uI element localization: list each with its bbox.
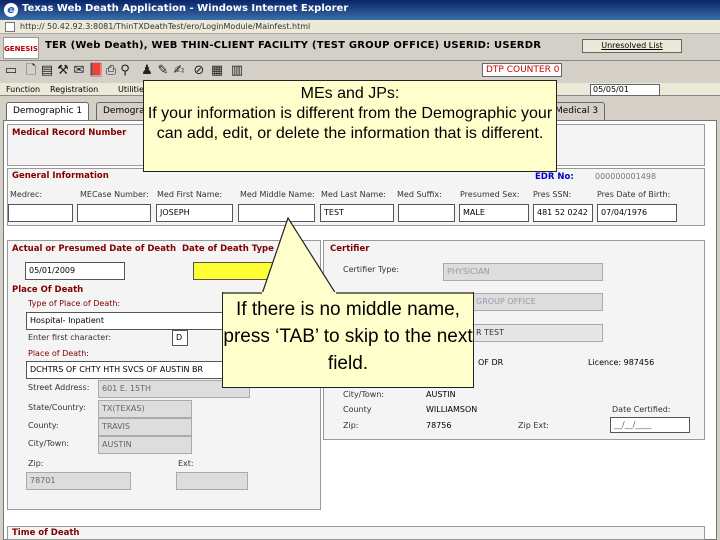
certifier-zip-value: 78756: [426, 421, 452, 430]
med-middle-name-label: Med Middle Name:: [240, 190, 315, 199]
place-of-death-label: Place of Death:: [28, 349, 89, 358]
zip-label: Zip:: [28, 459, 44, 468]
binoculars-icon[interactable]: ⚲: [118, 62, 132, 79]
county-label: County:: [28, 421, 59, 430]
unresolved-list-button[interactable]: Unresolved List: [582, 39, 682, 53]
edit-icon[interactable]: ✍: [172, 62, 186, 79]
header-date-field[interactable]: 05/05/01: [590, 84, 660, 96]
window-title-bar: e Texas Web Death Application - Windows …: [0, 0, 720, 20]
city-label: City/Town:: [28, 439, 70, 448]
zip-input: 78701: [26, 472, 131, 490]
place-of-death-heading: Place Of Death: [12, 285, 84, 295]
place-of-death-select[interactable]: DCHTRS OF CHTY HTH SVCS OF AUSTIN BR: [26, 361, 226, 379]
state-input: TX(TEXAS): [98, 400, 192, 418]
med-last-name-input[interactable]: TEST: [320, 204, 394, 222]
death-date-label: Actual or Presumed Date of Death: [12, 244, 177, 254]
certifier-type-select[interactable]: PHYSICIAN: [443, 263, 603, 281]
enter-first-char-input[interactable]: D: [172, 330, 188, 346]
medrec-label: Medrec:: [10, 190, 43, 199]
certifier-zip-ext-label: Zip Ext:: [518, 421, 549, 430]
type-place-label: Type of Place of Death:: [28, 299, 121, 308]
page-icon: [5, 22, 15, 32]
certifier-label: Certifier: [330, 244, 370, 254]
grid-icon[interactable]: ▦: [210, 62, 224, 79]
report-icon[interactable]: ▥: [230, 62, 244, 79]
callout-top-text: MEs and JPs: If your information is diff…: [147, 85, 553, 142]
med-first-name-input[interactable]: JOSEPH: [156, 204, 233, 222]
med-middle-name-input[interactable]: [238, 204, 315, 222]
pen-icon[interactable]: ✎: [156, 62, 170, 79]
no-entry-icon[interactable]: ⊘: [192, 62, 206, 79]
genesis-logo: GENESIS: [3, 37, 39, 59]
menu-registration[interactable]: Registration: [50, 83, 98, 96]
certifier-county-value: WILLIAMSON: [426, 405, 478, 414]
new-document-icon[interactable]: 🗋: [24, 62, 38, 79]
certifier-county-label: County: [343, 405, 372, 414]
certifier-city-value: AUSTIN: [426, 390, 456, 399]
state-label: State/Country:: [28, 403, 86, 412]
save-icon[interactable]: ▤: [40, 62, 54, 79]
medrec-input[interactable]: [8, 204, 73, 222]
callout-middle: If there is no middle name, press ‘TAB’ …: [222, 292, 474, 388]
presumed-sex-label: Presumed Sex:: [460, 190, 520, 199]
death-type-label: Date of Death Type: [182, 244, 274, 254]
time-of-death-section: [7, 526, 705, 540]
pres-ssn-input[interactable]: 481 52 0242: [533, 204, 593, 222]
tab-demographic-1[interactable]: Demographic 1: [6, 102, 90, 122]
ext-input: [176, 472, 248, 490]
ie-icon: e: [4, 3, 18, 17]
general-info-label: General Information: [12, 171, 109, 181]
med-suffix-input[interactable]: [398, 204, 455, 222]
type-place-select[interactable]: Hospital- Inpatient: [26, 312, 226, 330]
enter-first-char-label: Enter first character:: [28, 333, 112, 342]
user-icon[interactable]: ♟: [140, 62, 154, 79]
edr-value: 000000001498: [595, 172, 657, 181]
mecase-input[interactable]: [77, 204, 151, 222]
certifier-of-dr: OF DR: [478, 358, 504, 367]
presumed-sex-select[interactable]: MALE: [459, 204, 529, 222]
med-first-name-label: Med First Name:: [157, 190, 223, 199]
pres-ssn-label: Pres SSN:: [533, 190, 572, 199]
ext-label: Ext:: [178, 459, 194, 468]
med-last-name-label: Med Last Name:: [321, 190, 386, 199]
edr-label: EDR No:: [535, 172, 574, 182]
callout-middle-text: If there is no middle name, press ‘TAB’ …: [223, 299, 473, 374]
window-title: Texas Web Death Application - Windows In…: [22, 3, 349, 14]
certifier-license: Licence: 987456: [588, 358, 655, 367]
certifier-type-label: Certifier Type:: [343, 265, 400, 274]
death-type-select[interactable]: [193, 262, 273, 280]
street-label: Street Address:: [28, 383, 90, 392]
pres-dob-label: Pres Date of Birth:: [597, 190, 671, 199]
book-icon[interactable]: 📕: [88, 62, 104, 79]
date-certified-label: Date Certified:: [612, 405, 671, 414]
city-input: AUSTIN: [98, 436, 192, 454]
dtp-counter: DTP COUNTER 0: [482, 63, 562, 77]
med-suffix-label: Med Suffix:: [397, 190, 442, 199]
time-of-death-label: Time of Death: [12, 528, 80, 538]
address-bar[interactable]: http:// 50.42.92.3:8081/ThinTXDeathTest/…: [0, 20, 720, 34]
mecase-label: MECase Number:: [80, 190, 149, 199]
print-icon[interactable]: ⎙: [104, 62, 118, 79]
minimize-icon[interactable]: ▭: [4, 62, 18, 79]
date-certified-input[interactable]: __/__/____: [610, 417, 690, 433]
certifier-name-field: R TEST: [472, 324, 603, 342]
menu-function[interactable]: Function: [6, 83, 40, 96]
header-title: TER (Web Death), WEB THIN-CLIENT FACILIT…: [45, 40, 542, 51]
tools-icon[interactable]: ⚒: [56, 62, 70, 79]
callout-top: MEs and JPs: If your information is diff…: [143, 80, 557, 172]
certifier-zip-label: Zip:: [343, 421, 359, 430]
pres-dob-input[interactable]: 07/04/1976: [597, 204, 677, 222]
certifier-city-label: City/Town:: [343, 390, 385, 399]
address-text[interactable]: http:// 50.42.92.3:8081/ThinTXDeathTest/…: [20, 22, 310, 31]
death-date-input[interactable]: 05/01/2009: [25, 262, 125, 280]
county-input: TRAVIS: [98, 418, 192, 436]
medical-record-label: Medical Record Number: [12, 128, 127, 138]
certifier-office-field: GROUP OFFICE: [472, 293, 603, 311]
stamp-icon[interactable]: ✉: [72, 62, 86, 79]
